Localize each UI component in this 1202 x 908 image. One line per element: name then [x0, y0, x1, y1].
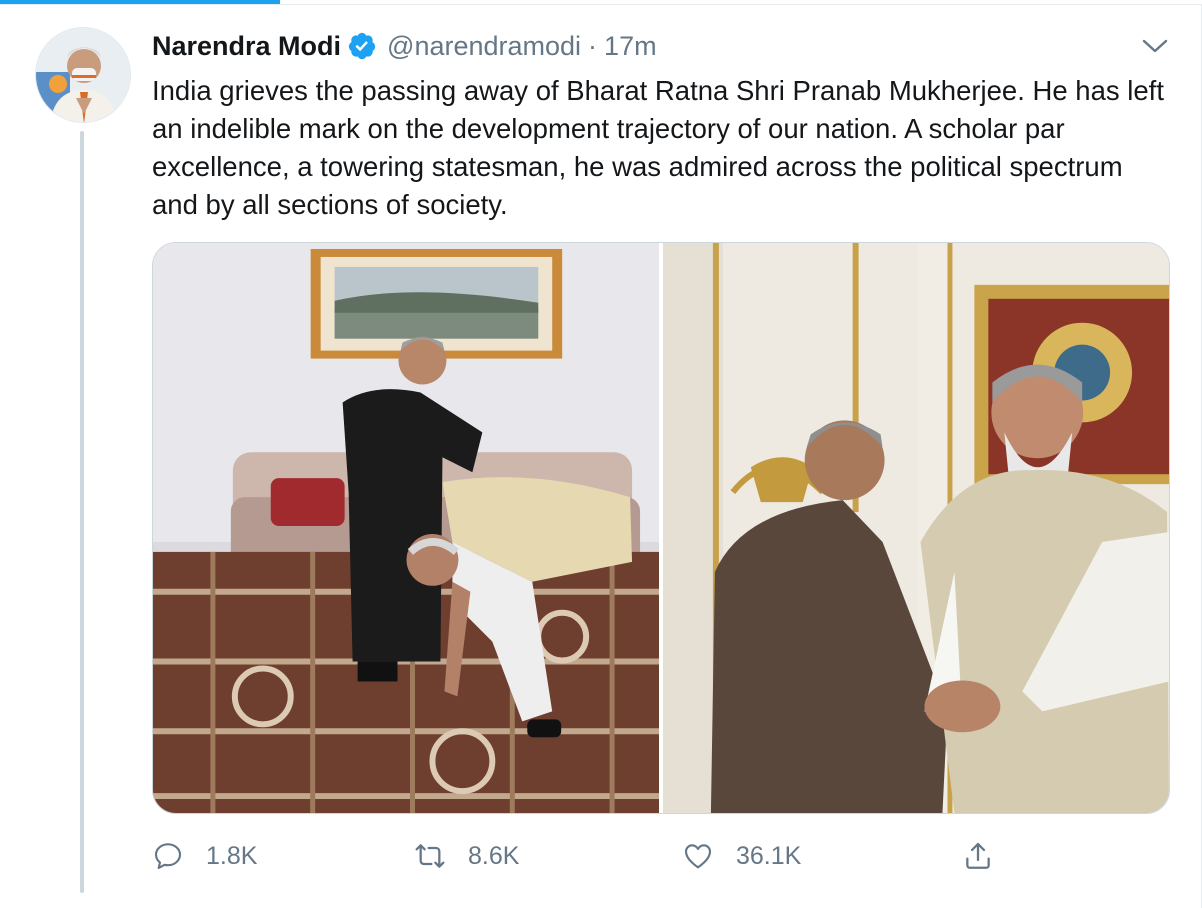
photo-right[interactable] — [662, 243, 1169, 813]
photo-left[interactable] — [153, 243, 659, 813]
separator-dot: · — [588, 30, 598, 61]
avatar-image — [36, 28, 130, 122]
reply-button[interactable]: 1.8K — [152, 836, 257, 876]
top-divider — [0, 4, 1202, 5]
share-button[interactable] — [962, 836, 994, 876]
share-icon — [966, 842, 990, 869]
like-button[interactable]: 36.1K — [682, 836, 801, 876]
heart-icon — [684, 844, 712, 869]
avatar[interactable] — [35, 27, 131, 123]
retweet-count: 8.6K — [468, 841, 520, 870]
action-bar: 1.8K 8.6K 36.1K — [152, 836, 1012, 876]
retweet-icon — [415, 844, 445, 868]
tweet-text: India grieves the passing away of Bharat… — [152, 75, 1164, 220]
verified-badge-icon — [347, 31, 377, 61]
retweet-button[interactable]: 8.6K — [414, 836, 519, 876]
display-name[interactable]: Narendra Modi — [152, 31, 341, 62]
thread-line — [80, 131, 84, 893]
reply-count: 1.8K — [206, 841, 258, 870]
handle[interactable]: @narendramodi — [387, 31, 581, 62]
timestamp[interactable]: 17m — [604, 31, 657, 62]
media-grid — [152, 242, 1170, 814]
chevron-down-icon[interactable] — [1140, 34, 1170, 58]
tweet-header: Narendra Modi @narendramodi · 17m — [152, 28, 657, 64]
reply-icon — [154, 843, 182, 870]
like-count: 36.1K — [736, 841, 802, 870]
